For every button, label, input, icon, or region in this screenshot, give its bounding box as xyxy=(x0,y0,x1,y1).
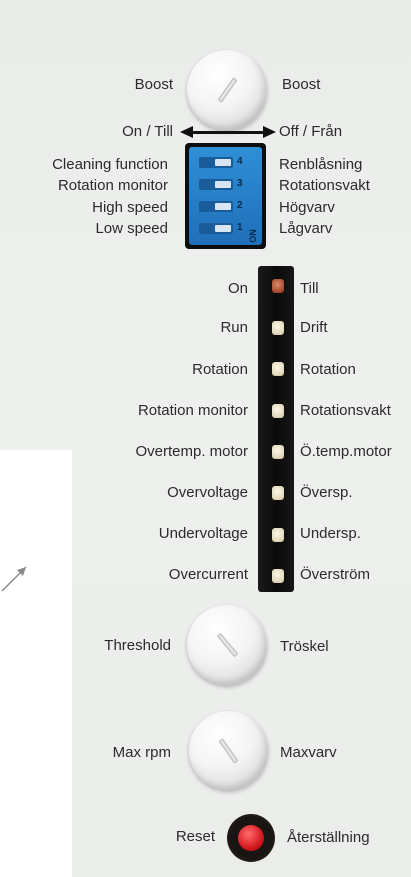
dip-label-en-1: Low speed xyxy=(95,220,168,237)
led-rotation xyxy=(272,362,284,376)
indicator-label-sv-6: Undersp. xyxy=(300,525,361,542)
dip-label-sv-1: Lågvarv xyxy=(279,220,333,237)
led-rotation-monitor xyxy=(272,404,284,418)
indicator-label-sv-4: Ö.temp.motor xyxy=(300,443,392,460)
led-overtemp xyxy=(272,445,284,459)
dip-switch-2[interactable] xyxy=(199,201,233,212)
dip-switch-block: 4 3 2 1 ON xyxy=(185,143,266,249)
arrow-right-icon xyxy=(263,126,276,138)
dip-label-en-3: Rotation monitor xyxy=(57,177,168,194)
reset-label-en: Reset xyxy=(175,828,215,845)
dip-number-2: 2 xyxy=(237,200,243,211)
indicator-label-sv-2: Rotation xyxy=(300,361,356,378)
dip-on-label: ON xyxy=(247,229,258,243)
indicator-label-en-7: Overcurrent xyxy=(168,566,248,583)
indicator-label-sv-7: Överström xyxy=(300,566,371,583)
led-run xyxy=(272,321,284,335)
maxrpm-knob[interactable] xyxy=(189,711,268,790)
indicator-label-en-1: Run xyxy=(220,319,248,336)
reset-button[interactable] xyxy=(227,814,275,862)
double-arrow-icon xyxy=(191,131,265,134)
indicator-label-sv-0: Till xyxy=(300,280,319,297)
pointer-arrow-icon xyxy=(1,566,27,592)
boost-knob[interactable] xyxy=(187,50,267,130)
maxrpm-label-en: Max rpm xyxy=(112,744,171,761)
indicator-label-en-0: On xyxy=(227,280,248,297)
dip-switch-4[interactable] xyxy=(199,157,233,168)
dip-switch-1[interactable] xyxy=(199,223,233,234)
led-strip xyxy=(258,266,294,592)
indicator-label-en-4: Overtemp. motor xyxy=(135,443,248,460)
on-label: On / Till xyxy=(122,123,173,140)
indicator-label-sv-5: Översp. xyxy=(300,484,353,501)
knob-slot xyxy=(218,737,239,764)
dip-switch-3[interactable] xyxy=(199,179,233,190)
knob-slot xyxy=(216,77,238,103)
dip-number-1: 1 xyxy=(237,222,243,233)
maxrpm-label-sv: Maxvarv xyxy=(280,744,337,761)
threshold-label-en: Threshold xyxy=(104,637,171,654)
off-label: Off / Från xyxy=(279,123,343,140)
dip-label-en-4: Cleaning function xyxy=(52,156,168,173)
dip-number-4: 4 xyxy=(237,156,243,167)
dip-number-3: 3 xyxy=(237,178,243,189)
led-undervoltage xyxy=(272,528,284,542)
dip-label-sv-2: Högvarv xyxy=(279,199,335,216)
reset-label-sv: Återställning xyxy=(287,829,370,846)
dip-label-en-2: High speed xyxy=(92,199,168,216)
boost-label-en: Boost xyxy=(134,76,173,93)
indicator-label-en-6: Undervoltage xyxy=(158,525,248,542)
indicator-label-sv-1: Drift xyxy=(300,319,328,336)
dip-label-sv-4: Renblåsning xyxy=(279,156,363,173)
led-on xyxy=(272,279,284,293)
threshold-label-sv: Tröskel xyxy=(280,638,329,655)
boost-label-sv: Boost xyxy=(282,76,321,93)
indicator-label-sv-3: Rotationsvakt xyxy=(300,402,391,419)
led-overcurrent xyxy=(272,569,284,583)
indicator-label-en-2: Rotation xyxy=(192,361,248,378)
dip-switch-body: 4 3 2 1 ON xyxy=(189,147,262,245)
dip-label-sv-3: Rotationsvakt xyxy=(279,177,370,194)
indicator-label-en-5: Overvoltage xyxy=(167,484,248,501)
led-overvoltage xyxy=(272,486,284,500)
indicator-label-en-3: Rotation monitor xyxy=(137,402,248,419)
threshold-knob[interactable] xyxy=(187,605,267,685)
knob-slot xyxy=(216,632,238,658)
